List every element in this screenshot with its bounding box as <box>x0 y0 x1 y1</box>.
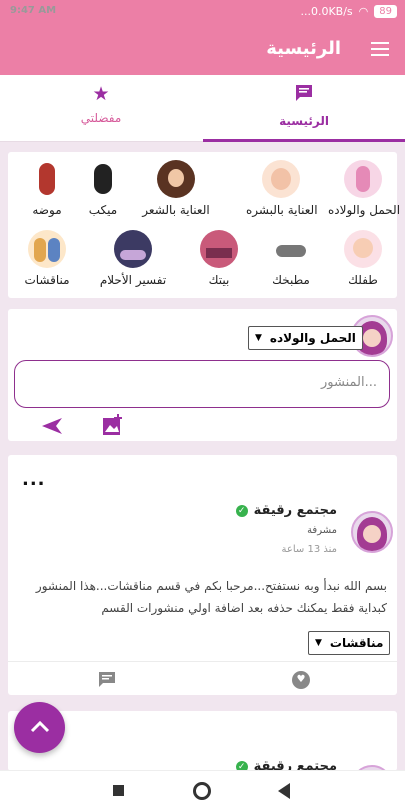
tab-favorites[interactable]: ★ مفضلتي <box>0 75 202 142</box>
category-kitchen[interactable]: مطبخك <box>256 230 326 287</box>
makeup-icon <box>84 160 122 198</box>
kitchen-icon <box>272 230 310 268</box>
more-options-icon[interactable]: ... <box>22 469 46 490</box>
post-input[interactable]: المنشور... <box>14 360 390 408</box>
category-label: الحمل والولاده <box>328 203 401 217</box>
status-right: ...0.0KB/s ◠ 89 <box>300 5 397 18</box>
verified-icon: ✓ <box>235 504 248 517</box>
category-label: مطبخك <box>272 273 310 287</box>
fashion-icon <box>28 160 66 198</box>
category-haircare[interactable]: العناية بالشعر <box>141 160 211 217</box>
post-category-select[interactable]: ▼ مناقشات <box>308 631 391 655</box>
comment-icon[interactable] <box>98 671 116 687</box>
author-role: مشرفة <box>307 525 337 536</box>
category-label: بيتك <box>208 273 230 287</box>
tab-favorites-label: مفضلتي <box>80 111 122 125</box>
home-button[interactable] <box>193 782 211 800</box>
chat-icon <box>203 83 405 108</box>
recents-button[interactable] <box>113 785 124 796</box>
category-home[interactable]: بيتك <box>184 230 254 287</box>
tab-home[interactable]: الرئيسية <box>203 75 405 142</box>
category-dreams[interactable]: تفسير الأحلام <box>98 230 168 287</box>
post-author: ✓ مجتمع رقيقة <box>235 503 337 518</box>
category-discussions[interactable]: مناقشات <box>12 230 82 287</box>
tab-home-label: الرئيسية <box>279 114 329 128</box>
status-bar: 9:47 AM ...0.0KB/s ◠ 89 <box>0 0 405 26</box>
hamburger-icon[interactable] <box>371 42 389 56</box>
like-icon[interactable]: ♥ <box>292 671 310 689</box>
divider <box>8 661 397 662</box>
status-time: 9:47 AM <box>10 5 57 16</box>
battery-icon: 89 <box>374 5 397 18</box>
category-select-value: الحمل والولاده <box>269 331 356 345</box>
avatar <box>351 511 393 553</box>
category-pregnancy[interactable]: الحمل والولاده <box>328 160 401 217</box>
system-nav-bar <box>0 770 405 810</box>
haircare-icon <box>157 160 195 198</box>
category-baby[interactable]: طفلك <box>328 230 398 287</box>
category-label: تفسير الأحلام <box>99 273 167 287</box>
category-skincare[interactable]: العناية بالبشره <box>246 160 318 217</box>
category-label: موضه <box>32 203 62 217</box>
home-icon <box>200 230 238 268</box>
add-image-icon[interactable] <box>102 414 124 436</box>
tab-indicator <box>203 139 405 142</box>
category-label: العناية بالبشره <box>246 203 318 217</box>
category-select[interactable]: ▼ الحمل والولاده <box>248 326 363 350</box>
app-bar: الرئيسية <box>0 26 405 75</box>
skincare-icon <box>262 160 300 198</box>
caret-down-icon: ▼ <box>255 333 262 343</box>
back-button[interactable] <box>278 783 290 799</box>
post-time: منذ 13 ساعة <box>281 544 337 555</box>
category-fashion[interactable]: موضه <box>12 160 82 217</box>
category-grid: الحمل والولاده العناية بالبشره العناية ب… <box>8 152 401 298</box>
scroll-up-button[interactable] <box>14 702 65 753</box>
pregnancy-icon <box>344 160 382 198</box>
tab-bar: الرئيسية ★ مفضلتي <box>0 75 405 142</box>
chevron-up-icon <box>30 720 49 733</box>
category-label: مناقشات <box>24 273 70 287</box>
send-icon[interactable] <box>40 416 64 441</box>
network-speed: ...0.0KB/s <box>300 5 353 18</box>
post-card: ... ✓ مجتمع رقيقة مشرفة منذ 13 ساعة بسم … <box>8 455 397 695</box>
post-category-value: مناقشات <box>329 636 384 650</box>
discussions-icon <box>28 230 66 268</box>
caret-down-icon: ▼ <box>315 638 322 648</box>
category-label: طفلك <box>348 273 378 287</box>
category-label: العناية بالشعر <box>142 203 210 217</box>
baby-icon <box>344 230 382 268</box>
star-icon: ★ <box>92 83 110 105</box>
author-name: مجتمع رقيقة <box>253 503 337 518</box>
post-card: ✓ مجتمع رقيقة <box>8 711 397 771</box>
post-body: بسم الله نبدأ وبه نستفتح...مرحبا بكم في … <box>35 579 387 615</box>
page-title: الرئيسية <box>266 38 341 59</box>
wifi-icon: ◠ <box>358 5 369 18</box>
dreams-icon <box>114 230 152 268</box>
post-composer: ▼ الحمل والولاده المنشور... <box>8 309 397 441</box>
